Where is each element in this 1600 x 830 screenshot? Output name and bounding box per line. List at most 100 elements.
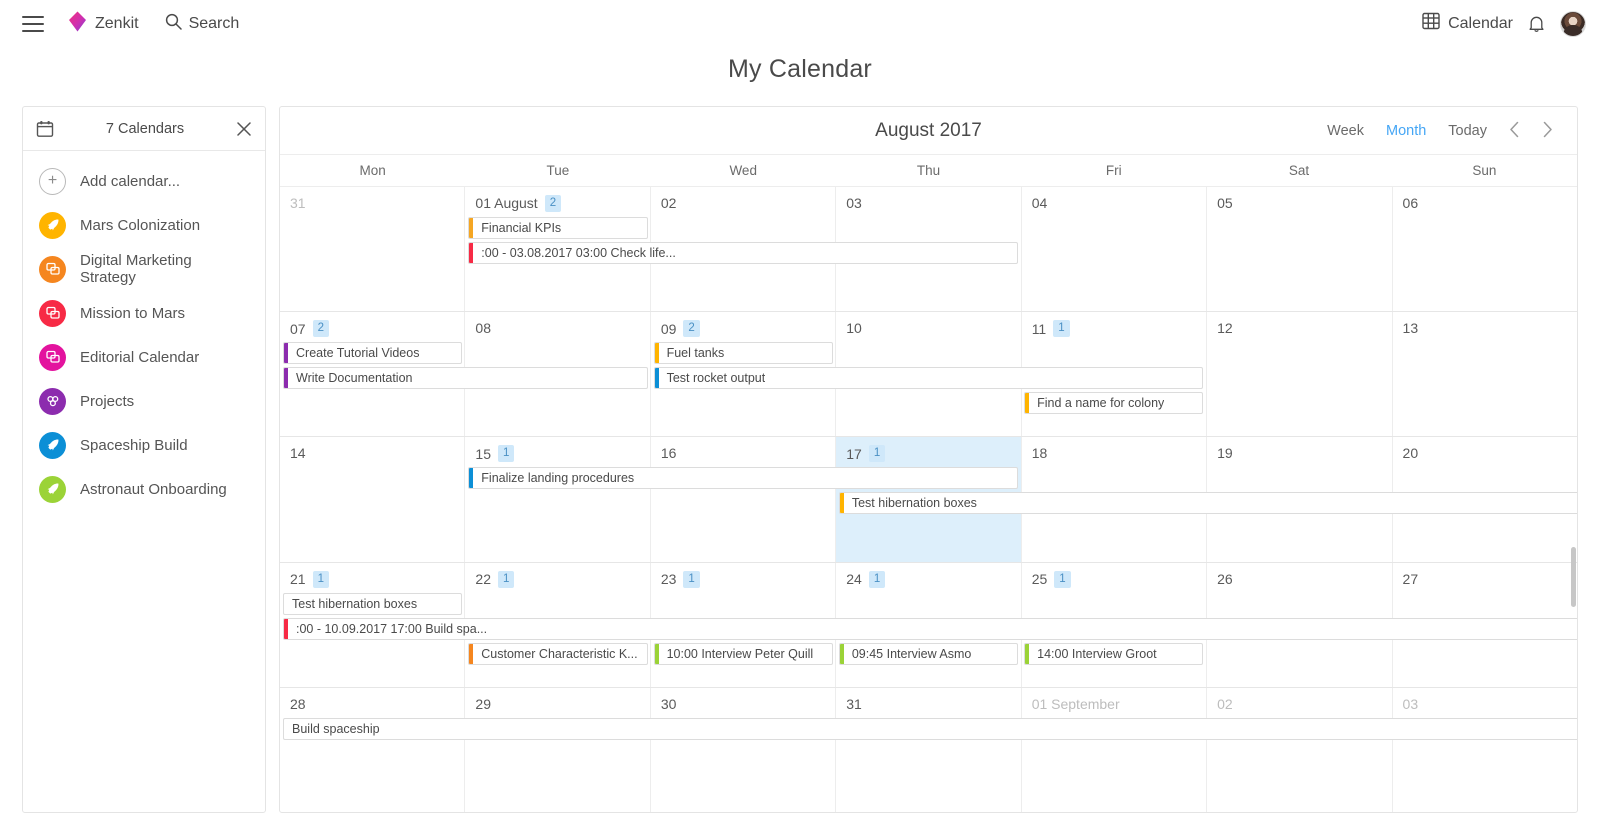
view-month-button[interactable]: Month [1386, 123, 1426, 139]
event-title: Find a name for colony [1037, 396, 1165, 411]
day-cell[interactable]: 28 [280, 687, 466, 812]
puzzle-icon [39, 387, 66, 415]
day-number: 02 [1207, 688, 1391, 712]
calendar-list-item[interactable]: Projects [23, 379, 265, 423]
calendar-event[interactable]: Finalize landing procedures [468, 467, 1019, 490]
day-number-label: 30 [660, 695, 677, 712]
day-cell[interactable]: 16 [651, 437, 837, 562]
calendar-event[interactable]: Fuel tanks [653, 342, 833, 365]
calendar-event[interactable]: 14:00 Interview Groot [1024, 642, 1204, 665]
search-button[interactable]: Search [165, 13, 239, 35]
day-number: 12 [1207, 312, 1391, 336]
day-cell[interactable]: 02 [1207, 687, 1393, 812]
calendar-event[interactable]: Build spaceship [283, 717, 1577, 740]
day-event-count-badge: 1 [1054, 570, 1071, 588]
day-event-count-badge: 1 [312, 570, 329, 588]
day-number: 26 [1207, 563, 1391, 587]
calendar-view-switch[interactable]: Calendar [1422, 12, 1513, 35]
day-number: 04 [1022, 187, 1206, 211]
day-number: 31 [836, 688, 1020, 712]
event-title: Fuel tanks [666, 346, 725, 361]
calendar-list-item[interactable]: Mars Colonization [23, 203, 265, 247]
day-cell[interactable]: 05 [1207, 187, 1393, 312]
page-title: My Calendar [728, 55, 872, 83]
event-title: Finalize landing procedures [481, 471, 635, 486]
event-title: Build spaceship [292, 721, 380, 736]
brand-logo[interactable]: Zenkit [68, 11, 139, 37]
close-icon[interactable] [236, 121, 252, 137]
week-row: 21 1 22 1 23 1 24 1 25 1 26 27 Test hibernation boxe… [280, 562, 1577, 688]
day-event-count-badge: 1 [498, 445, 515, 463]
day-cell[interactable]: 01 September [1022, 687, 1208, 812]
day-event-count-badge: 2 [312, 320, 329, 338]
day-cell[interactable]: 30 [651, 687, 837, 812]
weekday-label: Thu [916, 163, 941, 178]
calendar-event[interactable]: Test hibernation boxes [838, 492, 1577, 515]
calendar-list-item[interactable]: Digital Marketing Strategy [23, 247, 265, 291]
calendar-event[interactable]: Create Tutorial Videos [283, 342, 463, 365]
calendar-event[interactable]: :00 - 03.08.2017 03:00 Check life... [468, 242, 1019, 264]
calendar-event[interactable]: 10:00 Interview Peter Quill [653, 642, 833, 665]
day-number-label: 21 [290, 571, 306, 588]
event-title: Test hibernation boxes [292, 596, 418, 611]
bell-icon[interactable] [1528, 15, 1545, 33]
vertical-scrollbar[interactable] [1571, 547, 1576, 607]
day-number-label: 18 [1031, 445, 1048, 462]
weekday-header: Mon Tue Wed Thu Fri Sat Sun [280, 155, 1577, 187]
chevron-right-icon[interactable] [1542, 121, 1553, 141]
day-cell[interactable]: 04 [1022, 187, 1208, 312]
day-cell[interactable]: 12 [1207, 312, 1393, 437]
calendar-panel: August 2017 Week Month Today Mon Tue Wed Th… [279, 106, 1578, 813]
calendar-list-item[interactable]: Astronaut Onboarding [23, 467, 265, 511]
today-button[interactable]: Today [1448, 123, 1487, 139]
day-number-label: 16 [660, 445, 677, 462]
calendar-toolbar: August 2017 Week Month Today [280, 107, 1577, 155]
day-cell[interactable]: 03 [1393, 688, 1577, 812]
calendar-event[interactable]: Find a name for colony [1024, 392, 1204, 415]
day-number-label: 03 [846, 195, 862, 211]
day-cell[interactable]: 06 [1393, 187, 1577, 311]
day-number: 29 [465, 688, 649, 712]
view-week-button[interactable]: Week [1327, 123, 1364, 139]
weekday-label: Sun [1472, 163, 1497, 178]
calendar-event[interactable]: :00 - 10.09.2017 17:00 Build spa... [283, 617, 1577, 640]
rocket-icon [39, 475, 66, 503]
day-number-label: 14 [290, 445, 306, 462]
day-number-label: 07 [290, 320, 306, 337]
day-cell[interactable]: 13 [1393, 312, 1577, 436]
day-number-label: 19 [1217, 445, 1233, 462]
calendar-list-item[interactable]: Mission to Mars [23, 291, 265, 335]
day-cell[interactable]: 29 [465, 687, 651, 812]
day-cell[interactable]: 14 [280, 437, 466, 562]
calendar-list-item[interactable]: Editorial Calendar [23, 335, 265, 379]
avatar[interactable] [1560, 10, 1586, 37]
day-number: 23 1 [651, 563, 835, 588]
day-number-label: 01 September [1031, 695, 1120, 712]
event-title: Write Documentation [296, 371, 413, 386]
day-number: 22 1 [465, 563, 649, 588]
add-calendar-label: Add calendar... [80, 172, 181, 190]
plus-icon: + [39, 167, 66, 195]
calendar-event[interactable]: Test rocket output [653, 367, 1204, 390]
add-calendar-button[interactable]: + Add calendar... [23, 159, 265, 203]
day-cell[interactable]: 31 [280, 187, 466, 312]
day-number: 02 [651, 187, 835, 211]
calendar-list-item-label: Projects [80, 392, 135, 410]
day-number-label: 10 [846, 320, 862, 337]
calendar-event[interactable]: Test hibernation boxes [283, 592, 463, 615]
calendar-event[interactable]: 09:45 Interview Asmo [838, 642, 1019, 665]
calendar-event[interactable]: Customer Characteristic K... [468, 642, 648, 665]
day-event-count-badge: 2 [683, 320, 700, 338]
calendar-event[interactable]: Financial KPIs [468, 217, 648, 239]
calendar-event[interactable]: Write Documentation [283, 367, 648, 390]
calendar-list-item[interactable]: Spaceship Build [23, 423, 265, 467]
day-number: 24 1 [836, 563, 1020, 588]
chevron-left-icon[interactable] [1509, 121, 1520, 141]
hamburger-icon[interactable] [22, 15, 44, 32]
day-number-label: 02 [660, 195, 677, 211]
day-cell[interactable]: 15 1 [465, 437, 651, 562]
day-number-label: 01 August [475, 195, 538, 212]
day-number: 15 1 [465, 437, 649, 463]
event-title: :00 - 10.09.2017 17:00 Build spa... [296, 621, 488, 636]
day-cell[interactable]: 31 [836, 687, 1022, 812]
